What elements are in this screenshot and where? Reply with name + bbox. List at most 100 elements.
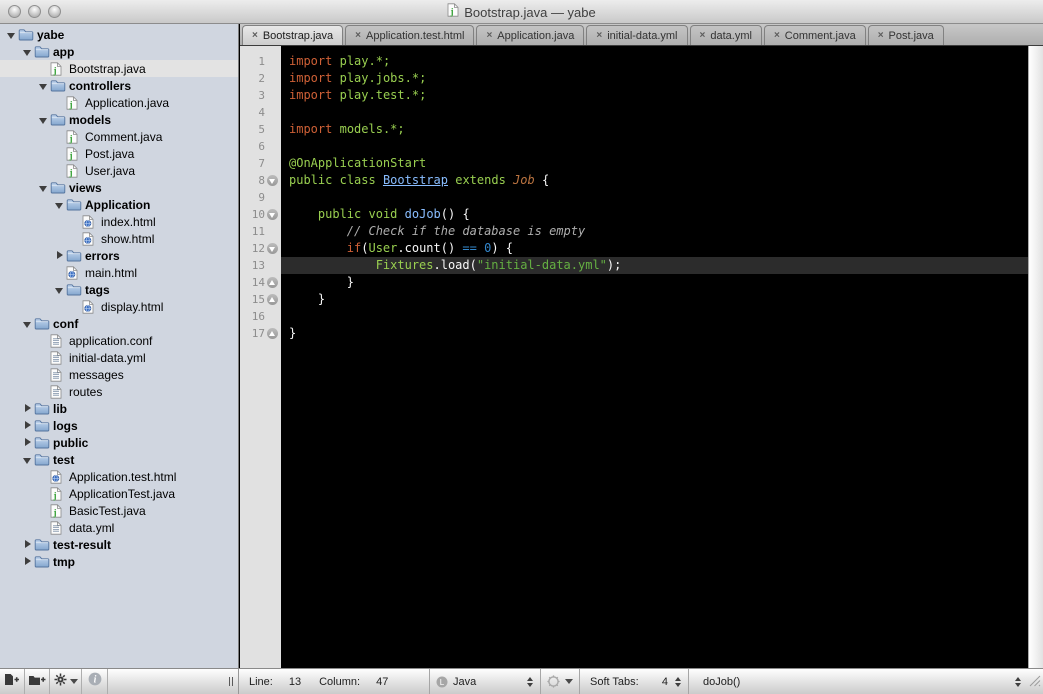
code-line[interactable]: } bbox=[281, 291, 1028, 308]
disclosure-triangle-down-icon[interactable] bbox=[38, 80, 50, 92]
tab-comment-java[interactable]: ×Comment.java bbox=[764, 25, 866, 45]
sidebar-item-basictest-java[interactable]: jBasicTest.java bbox=[0, 502, 238, 519]
sidebar-item-post-java[interactable]: jPost.java bbox=[0, 145, 238, 162]
disclosure-triangle-down-icon[interactable] bbox=[38, 114, 50, 126]
new-file-button[interactable] bbox=[0, 669, 25, 694]
code-line[interactable] bbox=[281, 104, 1028, 121]
soft-tabs-popup[interactable]: Soft Tabs: 4 bbox=[580, 669, 688, 694]
sidebar-item-main-html[interactable]: main.html bbox=[0, 264, 238, 281]
code-line[interactable]: } bbox=[281, 274, 1028, 291]
disclosure-triangle-down-icon[interactable] bbox=[54, 199, 66, 211]
sidebar-item-initial-data-yml[interactable]: initial-data.yml bbox=[0, 349, 238, 366]
disclosure-triangle-down-icon[interactable] bbox=[22, 454, 34, 466]
tab-post-java[interactable]: ×Post.java bbox=[868, 25, 944, 45]
sidebar-item-tmp[interactable]: tmp bbox=[0, 553, 238, 570]
disclosure-triangle-right-icon[interactable] bbox=[22, 437, 34, 449]
sidebar-item-lib[interactable]: lib bbox=[0, 400, 238, 417]
fold-end-icon[interactable] bbox=[265, 293, 279, 307]
sidebar-item-messages[interactable]: messages bbox=[0, 366, 238, 383]
code-line[interactable]: public void doJob() { bbox=[281, 206, 1028, 223]
sidebar-item-tags[interactable]: tags bbox=[0, 281, 238, 298]
sidebar-item-conf[interactable]: conf bbox=[0, 315, 238, 332]
sidebar-item-display-html[interactable]: display.html bbox=[0, 298, 238, 315]
sidebar-item-controllers[interactable]: controllers bbox=[0, 77, 238, 94]
sidebar-item-application-conf[interactable]: application.conf bbox=[0, 332, 238, 349]
tab-close-icon[interactable]: × bbox=[878, 30, 884, 41]
drawer-resize-handle[interactable] bbox=[229, 669, 233, 694]
vertical-scrollbar[interactable] bbox=[1028, 46, 1043, 668]
sidebar-item-public[interactable]: public bbox=[0, 434, 238, 451]
info-button[interactable]: i bbox=[82, 669, 108, 694]
disclosure-triangle-down-icon[interactable] bbox=[6, 29, 18, 41]
sidebar-item-app[interactable]: app bbox=[0, 43, 238, 60]
code-line[interactable]: @OnApplicationStart bbox=[281, 155, 1028, 172]
sidebar-item-index-html[interactable]: index.html bbox=[0, 213, 238, 230]
folder-icon bbox=[50, 113, 67, 126]
tab-initial-data-yml[interactable]: ×initial-data.yml bbox=[586, 25, 687, 45]
tab-close-icon[interactable]: × bbox=[252, 30, 258, 41]
sidebar-item-routes[interactable]: routes bbox=[0, 383, 238, 400]
gutter-row: 8 bbox=[240, 172, 281, 189]
sidebar-item-test-result[interactable]: test-result bbox=[0, 536, 238, 553]
fold-start-icon[interactable] bbox=[265, 208, 279, 222]
tab-data-yml[interactable]: ×data.yml bbox=[690, 25, 762, 45]
tab-application-java[interactable]: ×Application.java bbox=[476, 25, 584, 45]
disclosure-triangle-down-icon[interactable] bbox=[54, 284, 66, 296]
code-line-current[interactable]: Fixtures.load("initial-data.yml"); bbox=[281, 257, 1028, 274]
sidebar-item-application-test-html[interactable]: Application.test.html bbox=[0, 468, 238, 485]
disclosure-triangle-right-icon[interactable] bbox=[22, 539, 34, 551]
tab-bootstrap-java[interactable]: ×Bootstrap.java bbox=[242, 25, 343, 45]
disclosure-triangle-down-icon[interactable] bbox=[22, 46, 34, 58]
tab-application-test-html[interactable]: ×Application.test.html bbox=[345, 25, 474, 45]
sidebar-item-label: lib bbox=[53, 402, 67, 416]
code-line[interactable]: public class Bootstrap extends Job { bbox=[281, 172, 1028, 189]
disclosure-triangle-right-icon[interactable] bbox=[22, 403, 34, 415]
sidebar-item-data-yml[interactable]: data.yml bbox=[0, 519, 238, 536]
status-bar: i Line: 13 Column: 47 L Java bbox=[0, 668, 1043, 694]
code-area[interactable]: import play.*;import play.jobs.*;import … bbox=[281, 46, 1028, 668]
code-line[interactable]: import play.*; bbox=[281, 53, 1028, 70]
tab-close-icon[interactable]: × bbox=[774, 30, 780, 41]
window-resize-grip[interactable] bbox=[1028, 674, 1043, 689]
code-line[interactable]: if(User.count() == 0) { bbox=[281, 240, 1028, 257]
bundle-actions-popup[interactable] bbox=[541, 669, 579, 694]
tab-close-icon[interactable]: × bbox=[355, 30, 361, 41]
sidebar-item-test[interactable]: test bbox=[0, 451, 238, 468]
tab-close-icon[interactable]: × bbox=[700, 30, 706, 41]
fold-end-icon[interactable] bbox=[265, 327, 279, 341]
sidebar-item-errors[interactable]: errors bbox=[0, 247, 238, 264]
fold-end-icon[interactable] bbox=[265, 276, 279, 290]
disclosure-triangle-down-icon[interactable] bbox=[38, 182, 50, 194]
code-line[interactable]: } bbox=[281, 325, 1028, 342]
sidebar-item-logs[interactable]: logs bbox=[0, 417, 238, 434]
tab-close-icon[interactable]: × bbox=[596, 30, 602, 41]
sidebar-item-application[interactable]: Application bbox=[0, 196, 238, 213]
code-line[interactable] bbox=[281, 138, 1028, 155]
sidebar-item-application-java[interactable]: jApplication.java bbox=[0, 94, 238, 111]
language-popup[interactable]: L Java bbox=[430, 669, 540, 694]
sidebar-item-yabe[interactable]: yabe bbox=[0, 26, 238, 43]
code-line[interactable]: import play.jobs.*; bbox=[281, 70, 1028, 87]
new-folder-button[interactable] bbox=[25, 669, 50, 694]
sidebar-item-models[interactable]: models bbox=[0, 111, 238, 128]
code-line[interactable]: // Check if the database is empty bbox=[281, 223, 1028, 240]
sidebar-item-show-html[interactable]: show.html bbox=[0, 230, 238, 247]
symbol-popup[interactable]: doJob() bbox=[689, 669, 1028, 694]
disclosure-triangle-down-icon[interactable] bbox=[22, 318, 34, 330]
fold-start-icon[interactable] bbox=[265, 242, 279, 256]
actions-menu-button[interactable] bbox=[50, 669, 82, 694]
fold-start-icon[interactable] bbox=[265, 174, 279, 188]
code-line[interactable]: import play.test.*; bbox=[281, 87, 1028, 104]
sidebar-item-comment-java[interactable]: jComment.java bbox=[0, 128, 238, 145]
code-line[interactable] bbox=[281, 308, 1028, 325]
code-line[interactable] bbox=[281, 189, 1028, 206]
sidebar-item-bootstrap-java[interactable]: jBootstrap.java bbox=[0, 60, 238, 77]
sidebar-item-applicationtest-java[interactable]: jApplicationTest.java bbox=[0, 485, 238, 502]
code-line[interactable]: import models.*; bbox=[281, 121, 1028, 138]
sidebar-item-user-java[interactable]: jUser.java bbox=[0, 162, 238, 179]
sidebar-item-views[interactable]: views bbox=[0, 179, 238, 196]
disclosure-triangle-right-icon[interactable] bbox=[22, 556, 34, 568]
disclosure-triangle-right-icon[interactable] bbox=[54, 250, 66, 262]
tab-close-icon[interactable]: × bbox=[486, 30, 492, 41]
disclosure-triangle-right-icon[interactable] bbox=[22, 420, 34, 432]
